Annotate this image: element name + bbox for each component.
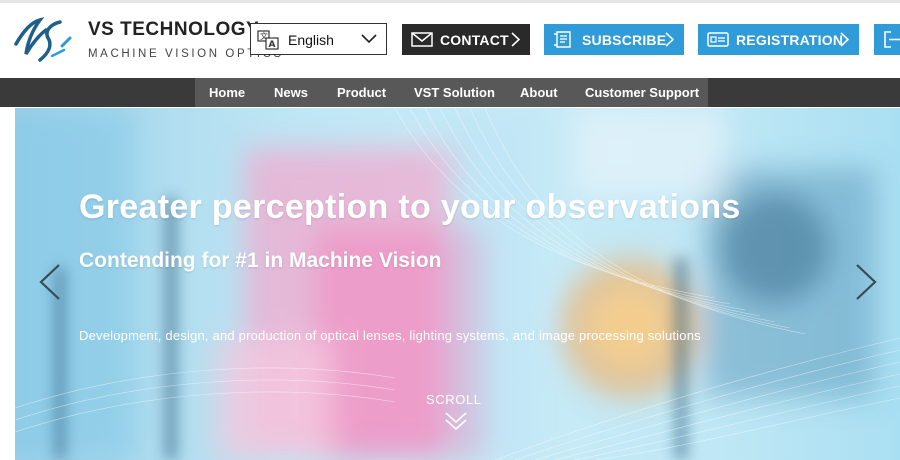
hero-banner: Greater perception to your observations … <box>15 108 900 460</box>
chevron-right-icon <box>665 32 674 47</box>
nav-item-product[interactable]: Product <box>337 85 386 100</box>
nav-item-home[interactable]: Home <box>209 85 245 100</box>
mail-icon <box>411 32 433 47</box>
login-button[interactable] <box>874 24 900 55</box>
scroll-down-chevron-icon[interactable] <box>443 410 469 432</box>
brand-name: VS TECHNOLOGY <box>88 19 260 40</box>
hero-description: Development, design, and production of o… <box>79 328 701 343</box>
registration-label: REGISTRATION <box>736 32 844 48</box>
hero-background-image <box>15 108 900 460</box>
language-value: English <box>288 32 334 48</box>
translate-icon: 文 A <box>257 30 279 50</box>
nav-menu: Home News Product VST Solution About Cus… <box>195 78 708 107</box>
scroll-indicator-label[interactable]: SCROLL <box>426 392 482 407</box>
registration-button[interactable]: REGISTRATION <box>698 24 859 55</box>
contact-label: CONTACT <box>440 32 509 48</box>
main-nav: Home News Product VST Solution About Cus… <box>0 78 900 107</box>
brand-logo[interactable]: VS TECHNOLOGY MACHINE VISION OPTICS <box>14 16 281 66</box>
nav-item-vst-solution[interactable]: VST Solution <box>414 85 495 100</box>
hero-subtitle: Contending for #1 in Machine Vision <box>79 249 442 272</box>
carousel-prev-arrow-icon[interactable] <box>37 263 63 301</box>
hero-title: Greater perception to your observations <box>79 188 741 226</box>
nav-item-news[interactable]: News <box>274 85 308 100</box>
chevron-down-icon <box>361 34 377 44</box>
subscribe-label: SUBSCRIBE <box>582 32 667 48</box>
subscribe-button[interactable]: SUBSCRIBE <box>544 24 684 55</box>
chevron-right-icon <box>511 32 520 47</box>
top-divider <box>0 0 900 3</box>
id-card-icon <box>707 32 729 47</box>
nav-item-customer-support[interactable]: Customer Support <box>585 85 699 100</box>
login-icon <box>884 31 900 48</box>
language-select[interactable]: 文 A English <box>250 23 387 55</box>
carousel-next-arrow-icon[interactable] <box>853 263 879 301</box>
vs-monogram-icon <box>14 17 72 62</box>
svg-text:A: A <box>269 40 276 50</box>
newsletter-icon <box>554 31 571 48</box>
nav-item-about[interactable]: About <box>520 85 558 100</box>
contact-button[interactable]: CONTACT <box>402 24 530 55</box>
chevron-right-icon <box>840 32 849 47</box>
